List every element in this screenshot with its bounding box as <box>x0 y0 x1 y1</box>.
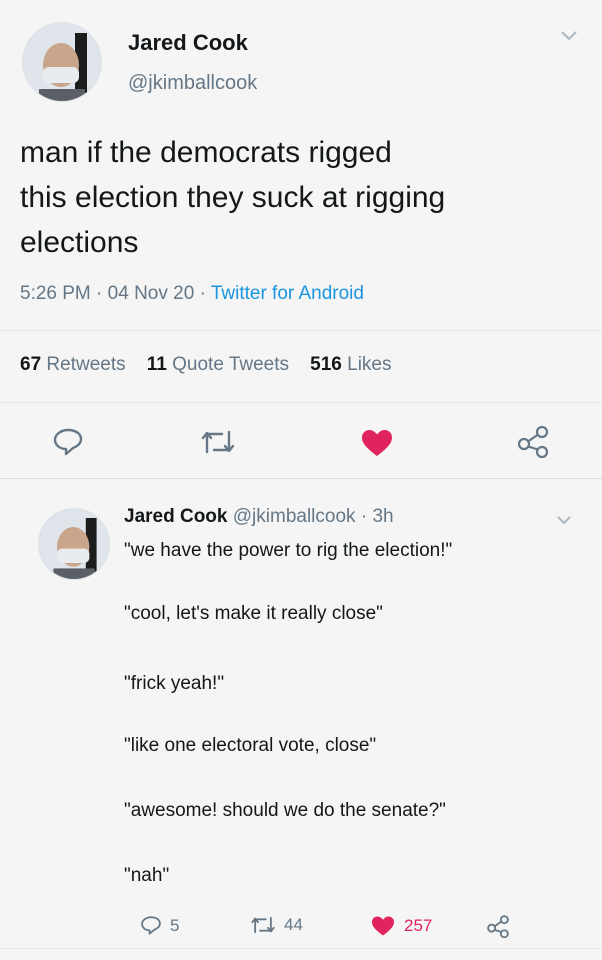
divider <box>0 948 602 949</box>
reply-timestamp[interactable]: 3h <box>372 506 393 527</box>
reply-icon[interactable] <box>52 427 84 457</box>
reply-text-line: "we have the power to rig the election!" <box>124 540 453 561</box>
tweet-text-line: this election they suck at rigging <box>20 181 446 214</box>
retweet-count: 44 <box>284 915 303 934</box>
retweet-icon[interactable] <box>200 428 236 456</box>
tweet-source[interactable]: Twitter for Android <box>211 283 364 304</box>
tweet-text: man if the democrats rigged this electio… <box>20 130 445 265</box>
reply-text-line: "like one electoral vote, close" <box>124 735 377 756</box>
like-icon <box>370 915 396 937</box>
reply-action-retweet[interactable]: 44 <box>250 915 303 935</box>
retweets-stat[interactable]: 67 Retweets <box>20 354 131 375</box>
reply-avatar[interactable] <box>38 508 110 580</box>
reply-action-reply[interactable]: 5 <box>140 915 179 936</box>
avatar[interactable] <box>22 22 102 102</box>
reply-header: Jared Cook @jkimballcook · 3h <box>124 506 394 527</box>
reply-author-name[interactable]: Jared Cook <box>124 506 227 527</box>
like-count: 257 <box>404 916 433 935</box>
reply-count: 5 <box>170 915 180 935</box>
tweet-text-line: man if the democrats rigged <box>20 136 392 169</box>
likes-stat[interactable]: 516 Likes <box>310 354 391 375</box>
divider <box>0 330 602 331</box>
reply-author-handle[interactable]: @jkimballcook <box>233 506 356 527</box>
tweet-text-line: elections <box>20 226 139 259</box>
tweet-date[interactable]: 04 Nov 20 <box>108 283 195 304</box>
author-name[interactable]: Jared Cook <box>128 30 248 56</box>
chevron-down-icon[interactable] <box>556 512 572 530</box>
tweet-stats: 67 Retweets 11 Quote Tweets 516 Likes <box>20 354 391 376</box>
reply-text-line: "frick yeah!" <box>124 673 225 694</box>
divider <box>0 478 602 479</box>
quote-tweets-stat[interactable]: 11 Quote Tweets <box>147 354 295 375</box>
retweet-icon <box>250 915 276 935</box>
reply-icon <box>140 915 162 936</box>
divider <box>0 402 602 403</box>
share-icon[interactable] <box>486 914 510 938</box>
like-icon[interactable] <box>360 428 394 458</box>
reply-action-like[interactable]: 257 <box>370 915 432 937</box>
chevron-down-icon[interactable] <box>560 26 578 47</box>
reply-text-line: "nah" <box>124 865 170 886</box>
share-icon[interactable] <box>516 424 550 458</box>
tweet-meta: 5:26 PM · 04 Nov 20 · Twitter for Androi… <box>20 283 364 304</box>
reply-text-line: "awesome! should we do the senate?" <box>124 800 446 821</box>
reply-text-line: "cool, let's make it really close" <box>124 603 383 624</box>
author-handle[interactable]: @jkimballcook <box>128 72 257 95</box>
tweet-time[interactable]: 5:26 PM <box>20 283 91 304</box>
